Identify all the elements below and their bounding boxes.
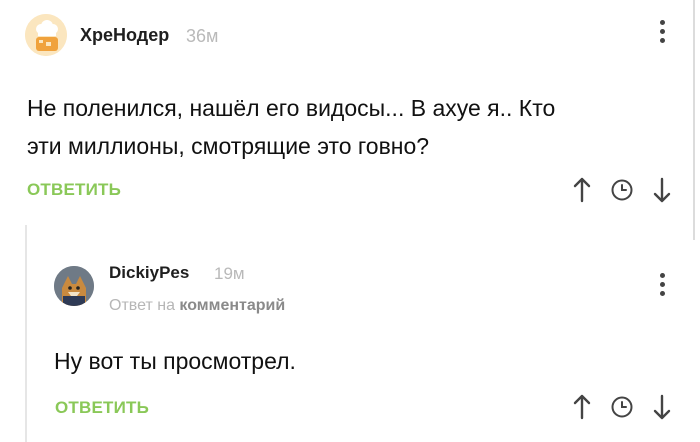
comment-text-line: Не поленился, нашёл его видосы... В ахуе… (27, 95, 556, 121)
comment-text: Не поленился, нашёл его видосы... В ахуе… (27, 89, 555, 165)
chef-avatar-icon (25, 14, 67, 56)
comment-text: Ну вот ты просмотрел. (54, 348, 296, 374)
dog-avatar-icon (54, 266, 94, 306)
username[interactable]: DickiyPes (109, 263, 189, 283)
avatar[interactable] (25, 14, 67, 56)
username[interactable]: ХреНодер (80, 25, 169, 46)
timestamp: 36м (186, 26, 219, 46)
avatar[interactable] (54, 266, 94, 306)
arrow-up-icon[interactable] (572, 393, 592, 421)
arrow-up-icon[interactable] (572, 176, 592, 204)
scrollbar[interactable] (693, 0, 695, 240)
reply-to-link[interactable]: комментарий (179, 297, 285, 314)
reply-button[interactable]: ОТВЕТИТЬ (55, 398, 149, 418)
more-menu-icon[interactable] (656, 273, 668, 296)
timestamp: 19м (214, 264, 245, 283)
arrow-down-icon[interactable] (652, 393, 672, 421)
reply-button[interactable]: ОТВЕТИТЬ (27, 180, 121, 200)
more-menu-icon[interactable] (656, 20, 668, 43)
clock-icon[interactable] (610, 395, 634, 419)
clock-icon[interactable] (610, 178, 634, 202)
comment-text-line: эти миллионы, смотрящие это говно? (27, 133, 430, 159)
arrow-down-icon[interactable] (652, 176, 672, 204)
thread-line (25, 225, 27, 442)
reply-to-prefix: Ответ на (109, 297, 175, 314)
comments-page: ХреНодер 36м Не поленился, нашёл его вид… (0, 0, 700, 442)
reply-to-line: Ответ на комментарий (109, 297, 285, 315)
